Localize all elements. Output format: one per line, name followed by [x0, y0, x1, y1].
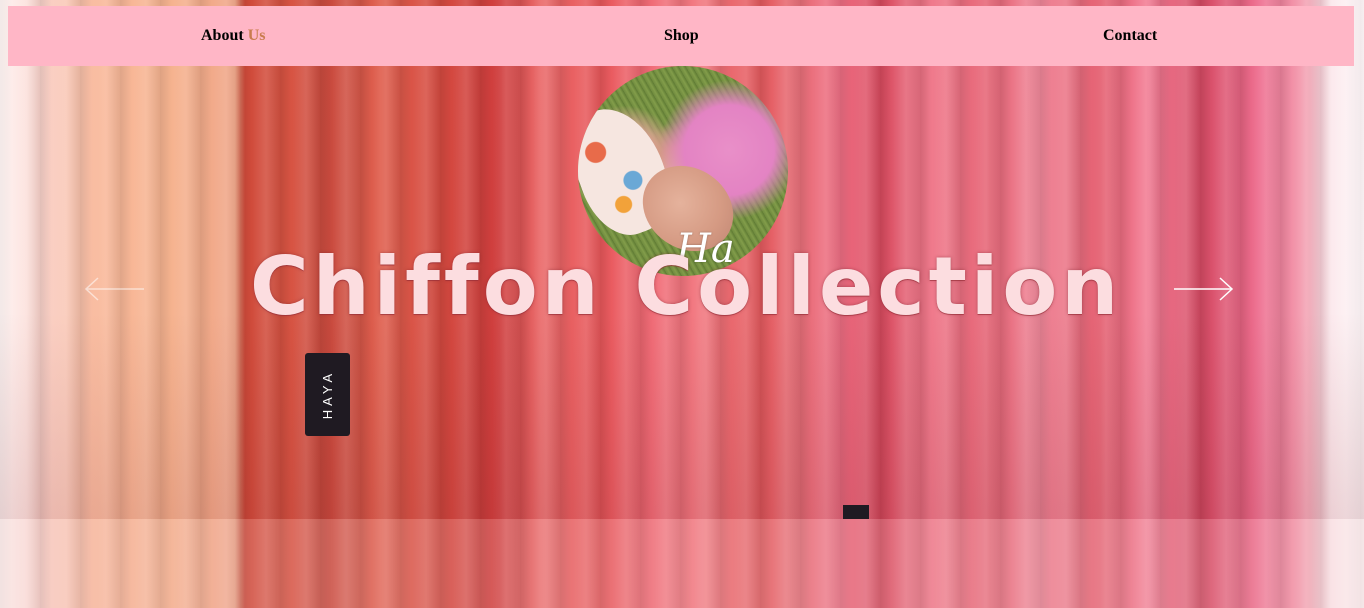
arrow-left-icon	[84, 277, 144, 301]
nav-contact-link[interactable]: Contact	[1103, 6, 1157, 66]
nav-about-us-link[interactable]: About Us	[201, 6, 265, 66]
brand-label-tag-small	[843, 505, 869, 519]
nav-about-label: About	[201, 27, 244, 44]
top-navbar: About Us Shop Contact	[8, 6, 1354, 66]
slider-prev-button[interactable]	[84, 274, 146, 304]
nav-about-accent: Us	[247, 27, 266, 44]
brand-label-tag: HAYA	[305, 353, 350, 436]
arrow-right-icon	[1174, 277, 1234, 301]
slider-next-button[interactable]	[1172, 274, 1234, 304]
section-background	[0, 519, 1364, 608]
tag-text: HAYA	[320, 369, 336, 420]
nav-shop-link[interactable]: Shop	[664, 6, 699, 66]
hero-title: Chiffon Collection	[250, 240, 1123, 333]
